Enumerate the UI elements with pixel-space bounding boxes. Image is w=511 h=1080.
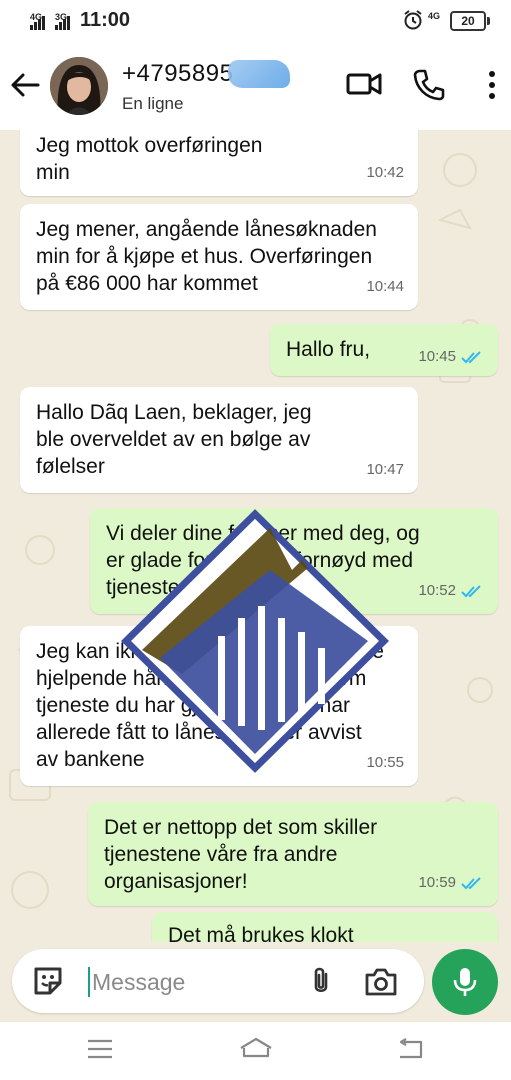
back-arrow-icon[interactable]: [8, 68, 42, 102]
message-text-line: tjenestene våre fra andre: [104, 843, 338, 866]
composer: Message: [0, 942, 511, 1022]
menu-icon[interactable]: [86, 1038, 114, 1060]
message-bubble-outgoing[interactable]: Det må brukes klokt: [152, 912, 498, 942]
message-time: 10:45: [418, 348, 456, 365]
phone-icon[interactable]: [412, 68, 446, 102]
text-cursor: [88, 967, 90, 997]
message-text-line: Det er nettopp det som skiller: [104, 816, 378, 839]
battery-icon: 20: [450, 11, 490, 31]
message-text-line: Jeg mottok overføringen: [36, 134, 263, 157]
message-input[interactable]: Message: [12, 949, 424, 1013]
home-icon[interactable]: [238, 1036, 274, 1060]
message-placeholder[interactable]: Message: [92, 969, 185, 996]
battery-level: 20: [461, 14, 475, 28]
message-text-line: ble overveldet av en bølge av: [36, 428, 311, 451]
contact-name[interactable]: +4795895: [122, 60, 233, 88]
message-bubble-outgoing[interactable]: Hallo fru, 10:45: [270, 324, 498, 376]
message-time: 10:59: [418, 874, 456, 891]
system-navbar: [0, 1022, 511, 1080]
message-bubble-incoming[interactable]: Jeg mottok overføringen min 10:42: [20, 130, 418, 196]
more-vertical-icon[interactable]: [486, 70, 498, 100]
message-text-line: Hallo Dãq Laen, beklager, jeg: [36, 401, 312, 424]
message-text-line: følelser: [36, 455, 105, 478]
watermark-logo: [121, 509, 389, 773]
attach-icon[interactable]: [308, 965, 334, 997]
contact-status: En ligne: [122, 94, 184, 113]
message-bubble-incoming[interactable]: Jeg mener, angående lånesøknaden min for…: [20, 204, 418, 310]
redaction-scribble: [228, 60, 290, 88]
message-text-line: Jeg mener, angående lånesøknaden: [36, 218, 377, 241]
chat-area[interactable]: Jeg mottok overføringen min 10:42 Jeg me…: [0, 130, 511, 942]
message-text-line: Hallo fru,: [286, 338, 371, 361]
message-bubble-incoming[interactable]: Hallo Dãq Laen, beklager, jeg ble overve…: [20, 387, 418, 493]
read-receipt-icon: [461, 350, 481, 363]
read-receipt-icon: [461, 876, 481, 889]
back-icon[interactable]: [396, 1038, 424, 1060]
alarm-icon: [404, 10, 422, 30]
read-receipt-icon: [461, 584, 481, 597]
video-call-icon[interactable]: [346, 68, 384, 100]
message-text-line: min: [36, 161, 70, 184]
status-bar: 4G 3G 11:00 4G 20: [0, 0, 511, 40]
chat-header: +4795895 En ligne: [0, 40, 511, 130]
message-time: 10:52: [418, 582, 456, 599]
message-time: 10:44: [366, 278, 404, 295]
camera-icon[interactable]: [364, 967, 398, 997]
sticker-icon[interactable]: [32, 965, 64, 997]
signal-icon: [55, 16, 70, 30]
message-text-line: min for å kjøpe et hus. Overføringen: [36, 245, 373, 268]
message-bubble-outgoing[interactable]: Det er nettopp det som skiller tjenesten…: [88, 802, 498, 906]
network-label: 4G: [428, 11, 441, 21]
message-text-line: organisasjoner!: [104, 870, 248, 893]
status-time: 11:00: [80, 9, 131, 31]
message-text-line: på €86 000 har kommet: [36, 272, 258, 295]
message-text-line: Det må brukes klokt: [168, 924, 354, 942]
message-time: 10:42: [366, 164, 404, 181]
mic-icon: [453, 968, 477, 996]
signal-icon: [30, 16, 45, 30]
message-time: 10:47: [366, 461, 404, 478]
mic-button[interactable]: [432, 949, 498, 1015]
avatar[interactable]: [50, 57, 108, 115]
